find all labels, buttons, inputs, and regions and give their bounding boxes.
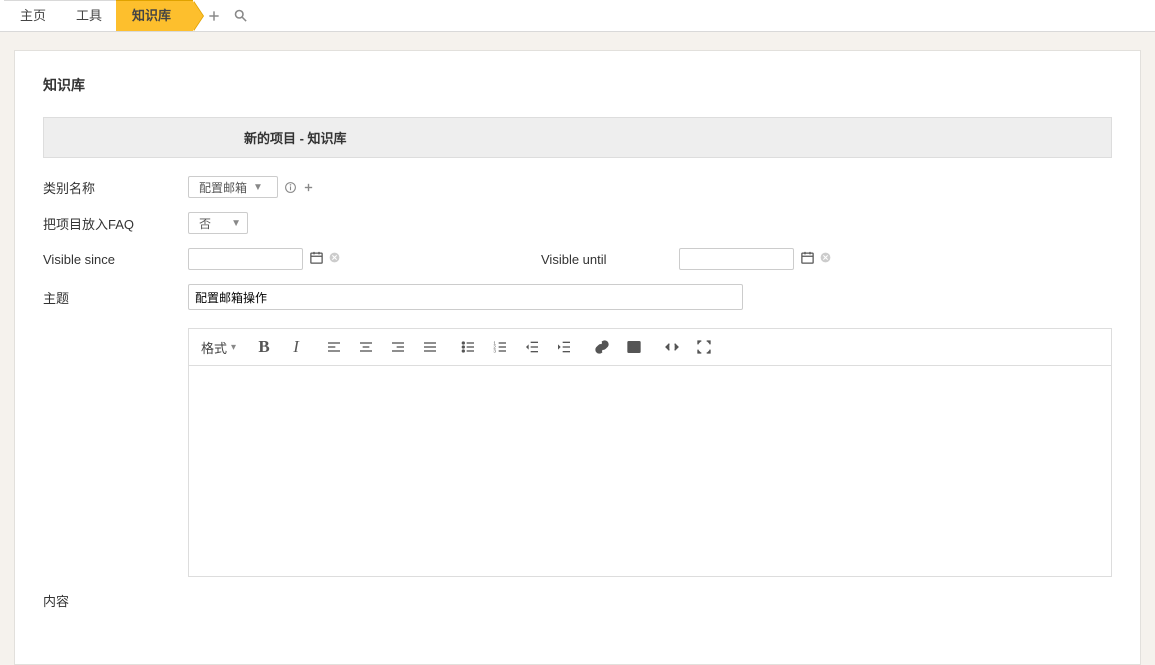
code-icon[interactable] [662,337,682,357]
editor-content[interactable] [189,366,1111,576]
info-icon[interactable] [284,181,297,194]
label-content: 内容 [43,591,188,610]
page-container: 知识库 新的项目 - 知识库 类别名称 配置邮箱▼ 把项目放入FAQ 否▼ Vi [14,50,1141,665]
row-content-label: 内容 [43,591,1112,610]
link-icon[interactable] [592,337,612,357]
label-visible-since: Visible since [43,252,188,267]
add-category-icon[interactable] [303,182,314,193]
label-visible-until: Visible until [533,252,673,267]
align-left-icon[interactable] [324,337,344,357]
chevron-down-icon: ▼ [231,218,241,229]
row-dates: Visible since Visible until [43,248,1112,270]
fullscreen-icon[interactable] [694,337,714,357]
tab-tools[interactable]: 工具 [60,0,124,31]
input-visible-until[interactable] [679,248,794,270]
clear-icon[interactable] [328,251,341,267]
calendar-icon[interactable] [309,250,324,268]
search-icon[interactable] [233,8,248,23]
outdent-icon[interactable] [522,337,542,357]
row-category: 类别名称 配置邮箱▼ [43,176,1112,198]
italic-icon[interactable]: I [286,337,306,357]
row-editor: 格式▾ B I 123 [43,324,1112,577]
image-icon[interactable] [624,337,644,357]
label-faq: 把项目放入FAQ [43,214,188,233]
align-right-icon[interactable] [388,337,408,357]
row-subject: 主题 [43,284,1112,310]
label-subject: 主题 [43,284,188,307]
chevron-down-icon: ▼ [253,182,263,193]
row-faq: 把项目放入FAQ 否▼ [43,212,1112,234]
indent-icon[interactable] [554,337,574,357]
format-dropdown[interactable]: 格式▾ [201,338,236,357]
svg-text:3: 3 [493,348,496,353]
input-subject[interactable] [188,284,743,310]
unordered-list-icon[interactable] [458,337,478,357]
select-faq[interactable]: 否▼ [188,212,248,234]
calendar-icon[interactable] [800,250,815,268]
tab-bar: 主页 工具 知识库 [0,0,1155,32]
plus-icon[interactable] [207,9,221,23]
bold-icon[interactable]: B [254,337,274,357]
page-title: 知识库 [43,75,1112,95]
editor: 格式▾ B I 123 [188,328,1112,577]
tab-home[interactable]: 主页 [4,0,68,31]
align-justify-icon[interactable] [420,337,440,357]
align-center-icon[interactable] [356,337,376,357]
ordered-list-icon[interactable]: 123 [490,337,510,357]
tab-kb[interactable]: 知识库 [116,0,193,31]
clear-icon[interactable] [819,251,832,267]
input-visible-since[interactable] [188,248,303,270]
editor-toolbar: 格式▾ B I 123 [189,329,1111,366]
form-header: 新的项目 - 知识库 [43,117,1112,158]
select-category[interactable]: 配置邮箱▼ [188,176,278,198]
label-category: 类别名称 [43,178,188,197]
chevron-down-icon: ▾ [231,342,236,353]
